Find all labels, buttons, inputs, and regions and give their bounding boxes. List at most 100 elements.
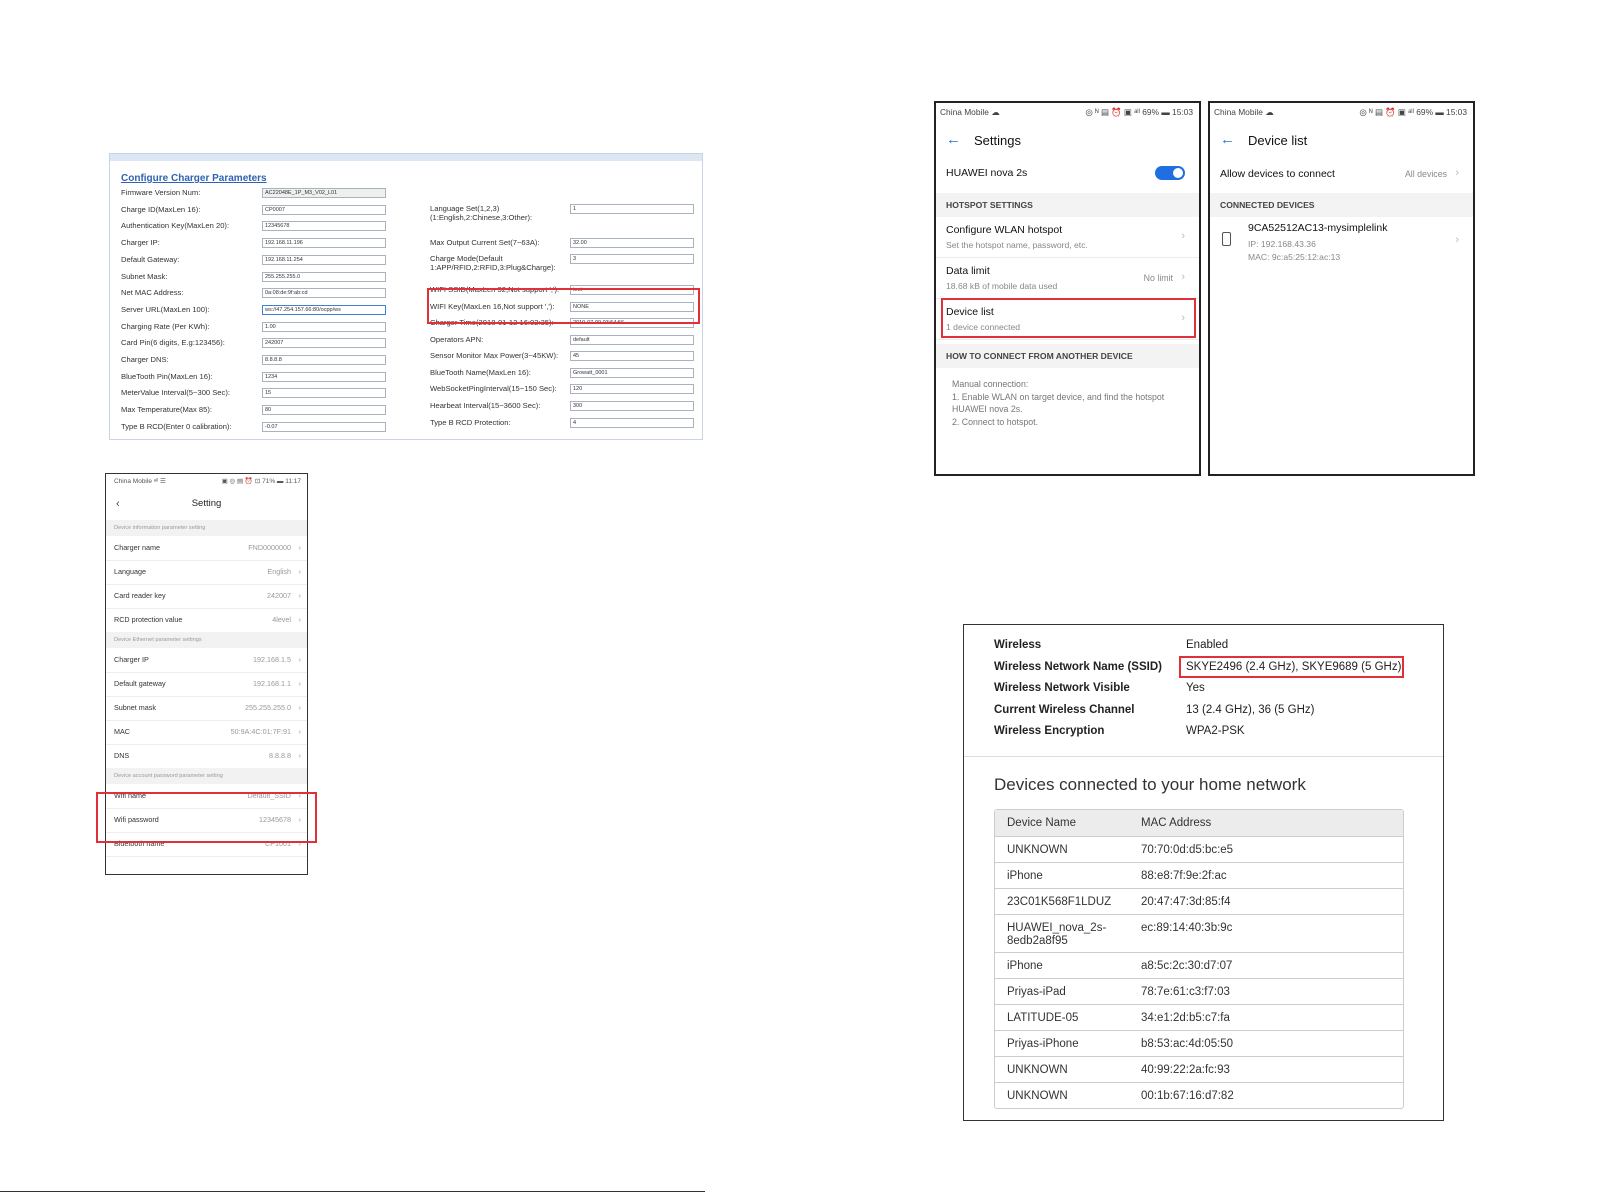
setting-item[interactable]: Card reader key 242007 › <box>106 584 307 609</box>
chevron-right-icon: › <box>298 591 301 600</box>
table-row: 23C01K568F1LDUZ 20:47:47:3d:85:f4 <box>995 889 1403 915</box>
setting-item[interactable]: DNS 8.8.8.8 › <box>106 744 307 769</box>
hotspot-toggle[interactable] <box>1155 166 1185 180</box>
configure-title: Configure WLAN hotspot <box>946 224 1063 236</box>
hotspot-settings-screen: China Mobile ☁ ◎ ᴺ ▤ ⏰ ▣ ᵃˡˡ 69% ▬ 15:03… <box>934 101 1201 476</box>
config-field-label: Sensor Monitor Max Power(3~45KW): <box>430 351 559 360</box>
setting-item[interactable]: Charger name FND0000000 › <box>106 536 307 561</box>
config-field-row: Card Pin(6 digits, E.g:123456): 242007 <box>121 338 386 354</box>
config-field-row: Operators APN: default <box>430 335 698 351</box>
page-title: Device list <box>1248 133 1308 148</box>
config-field-input[interactable]: ws://47.254.157.66:80/ocpp/ws <box>262 304 386 315</box>
config-field-label: BlueTooth Name(MaxLen 16): <box>430 368 531 377</box>
mac-address-cell: 78:7e:61:c3:f7:03 <box>1141 986 1230 998</box>
config-field-input[interactable]: 0a:08:de:9f:ab:cd <box>262 288 386 299</box>
setting-section-header: Device information parameter setting <box>106 520 307 536</box>
ssid-highlight-box <box>1179 656 1404 678</box>
chevron-right-icon: › <box>1455 234 1459 246</box>
col-mac-address: MAC Address <box>1141 817 1212 829</box>
page-title: Settings <box>974 133 1021 148</box>
config-field-label: Subnet Mask: <box>121 271 168 281</box>
hotspot-settings-section: HOTSPOT SETTINGS <box>936 193 1199 217</box>
config-field-row: Default Gateway: 192.168.11.254 <box>121 254 386 271</box>
router-status-panel: Wireless Enabled Wireless Network Name (SS… <box>963 624 1444 1121</box>
config-field-input[interactable]: AC22048E_1P_M3_V02_L01 <box>262 188 386 198</box>
mac-address-cell: ec:89:14:40:3b:9c <box>1141 922 1233 934</box>
config-field-row: Charge ID(MaxLen 16): CP0007 <box>121 204 386 221</box>
config-field-input[interactable]: 8.8.8.8 <box>262 355 386 365</box>
data-limit-item[interactable]: Data limit 18.68 kB of mobile data used … <box>936 258 1199 299</box>
table-row: LATITUDE-05 34:e1:2d:b5:c7:fa <box>995 1005 1403 1031</box>
config-field-label: WebSocketPingInterval(15~150 Sec): <box>430 384 557 393</box>
config-field-input[interactable]: 4 <box>570 418 694 428</box>
config-field-input[interactable]: 12345678 <box>262 221 386 232</box>
config-title-link[interactable]: Configure Charger Parameters <box>121 173 267 184</box>
config-field-label: Type B RCD(Enter 0 calibration): <box>121 421 232 431</box>
config-field-input[interactable]: 120 <box>570 384 694 394</box>
config-field-row: Charge Mode(Default 1:APP/RFID,2:RFID,3:P… <box>430 254 698 272</box>
setting-item[interactable]: Language English › <box>106 560 307 585</box>
data-limit-value: No limit <box>1143 273 1173 283</box>
table-body: UNKNOWN 70:70:0d:d5:bc:e5 iPhone 88:e8:7f:9… <box>995 837 1403 1108</box>
setting-item[interactable]: Charger IP 192.168.1.5 › <box>106 648 307 673</box>
table-row: UNKNOWN 00:1b:67:16:d7:82 <box>995 1083 1403 1108</box>
charger-config-panel: Configure Charger Parameters Firmware Ve… <box>109 153 703 440</box>
config-field-label: Authentication Key(MaxLen 20): <box>121 221 230 231</box>
connect-instruction-line: 2. Connect to hotspot. <box>952 416 1039 427</box>
wireless-info-key: Current Wireless Channel <box>994 703 1135 716</box>
setting-item[interactable]: RCD protection value 4level › <box>106 608 307 633</box>
config-field-input[interactable]: Growatt_0001 <box>570 368 694 378</box>
wireless-info-value: Enabled <box>1186 639 1229 651</box>
config-field-input[interactable]: 1234 <box>262 371 386 382</box>
setting-item[interactable]: MAC 50:9A:4C:01:7F:91 › <box>106 720 307 745</box>
connected-device-item[interactable]: 9CA52512AC13-mysimplelink IP: 192.168.43… <box>1210 217 1473 269</box>
connected-devices-section: CONNECTED DEVICES <box>1210 193 1473 217</box>
config-field-input[interactable]: 1 <box>570 204 694 214</box>
config-field-row: Firmware Version Num: AC22048E_1P_M3_V02_… <box>121 188 386 204</box>
allow-devices-item[interactable]: Allow devices to connect All devices › <box>1210 155 1473 194</box>
device-mac: MAC: 9c:a5:25:12:ac:13 <box>1248 252 1341 262</box>
config-field-label: Charger IP: <box>121 238 160 248</box>
config-field-input[interactable]: 80 <box>262 405 386 416</box>
config-field-input[interactable]: 3 <box>570 254 694 264</box>
config-field-input[interactable]: -0.07 <box>262 421 386 432</box>
setting-item-value: 192.168.1.1 <box>253 679 291 688</box>
carrier-label: China Mobile ☁ <box>1214 107 1274 117</box>
status-icons: ◎ ᴺ ▤ ⏰ ▣ ᵃˡˡ 69% ▬ 15:03 <box>1085 107 1193 117</box>
chevron-right-icon: › <box>298 615 301 624</box>
config-field-input[interactable]: 300 <box>570 401 694 411</box>
config-field-input[interactable]: 192.168.11.254 <box>262 254 386 265</box>
config-field-input[interactable]: 242007 <box>262 338 386 349</box>
config-field-row: Server URL(MaxLen 100): ws://47.254.157.6… <box>121 304 386 321</box>
config-field-input[interactable]: 255.255.255.0 <box>262 271 386 282</box>
connect-instruction-line: 1. Enable WLAN on target device, and fin… <box>952 391 1165 402</box>
setting-item[interactable]: Subnet mask 255.255.255.0 › <box>106 696 307 721</box>
configure-wlan-hotspot-item[interactable]: Configure WLAN hotspot Set the hotspot n… <box>936 217 1199 258</box>
hotspot-toggle-row[interactable]: HUAWEI nova 2s <box>936 155 1199 194</box>
config-field-input[interactable]: 45 <box>570 351 694 361</box>
config-field-input[interactable]: 32.00 <box>570 238 694 248</box>
config-field-input[interactable]: 1.00 <box>262 321 386 332</box>
setting-item-value: FND0000000 <box>248 543 291 552</box>
config-field-input[interactable]: 15 <box>262 388 386 399</box>
mac-address-cell: 20:47:47:3d:85:f4 <box>1141 896 1231 908</box>
config-field-label: Hearbeat Interval(15~3600 Sec): <box>430 401 541 410</box>
config-field-row: Authentication Key(MaxLen 20): 12345678 <box>121 221 386 237</box>
config-field-input[interactable]: default <box>570 335 694 345</box>
chevron-right-icon: › <box>298 679 301 688</box>
device-name-cell: Priyas-iPhone <box>1007 1038 1079 1050</box>
chevron-right-icon: › <box>298 655 301 664</box>
config-field-input[interactable]: CP0007 <box>262 204 386 215</box>
allow-devices-value: All devices <box>1404 169 1447 179</box>
setting-item[interactable]: Default gateway 192.168.1.1 › <box>106 672 307 697</box>
setting-item-label: Default gateway <box>114 679 166 688</box>
back-arrow-icon[interactable]: ← <box>1220 131 1235 148</box>
setting-item-label: Language <box>114 567 146 576</box>
device-name: 9CA52512AC13-mysimplelink <box>1248 222 1388 234</box>
chevron-right-icon: › <box>298 567 301 576</box>
config-field-input[interactable]: 192.168.11.196 <box>262 238 386 249</box>
table-header: Device Name MAC Address <box>995 810 1403 837</box>
chevron-right-icon: › <box>1181 271 1185 283</box>
config-field-row: Charger DNS: 8.8.8.8 <box>121 355 386 371</box>
back-arrow-icon[interactable]: ← <box>946 131 961 148</box>
